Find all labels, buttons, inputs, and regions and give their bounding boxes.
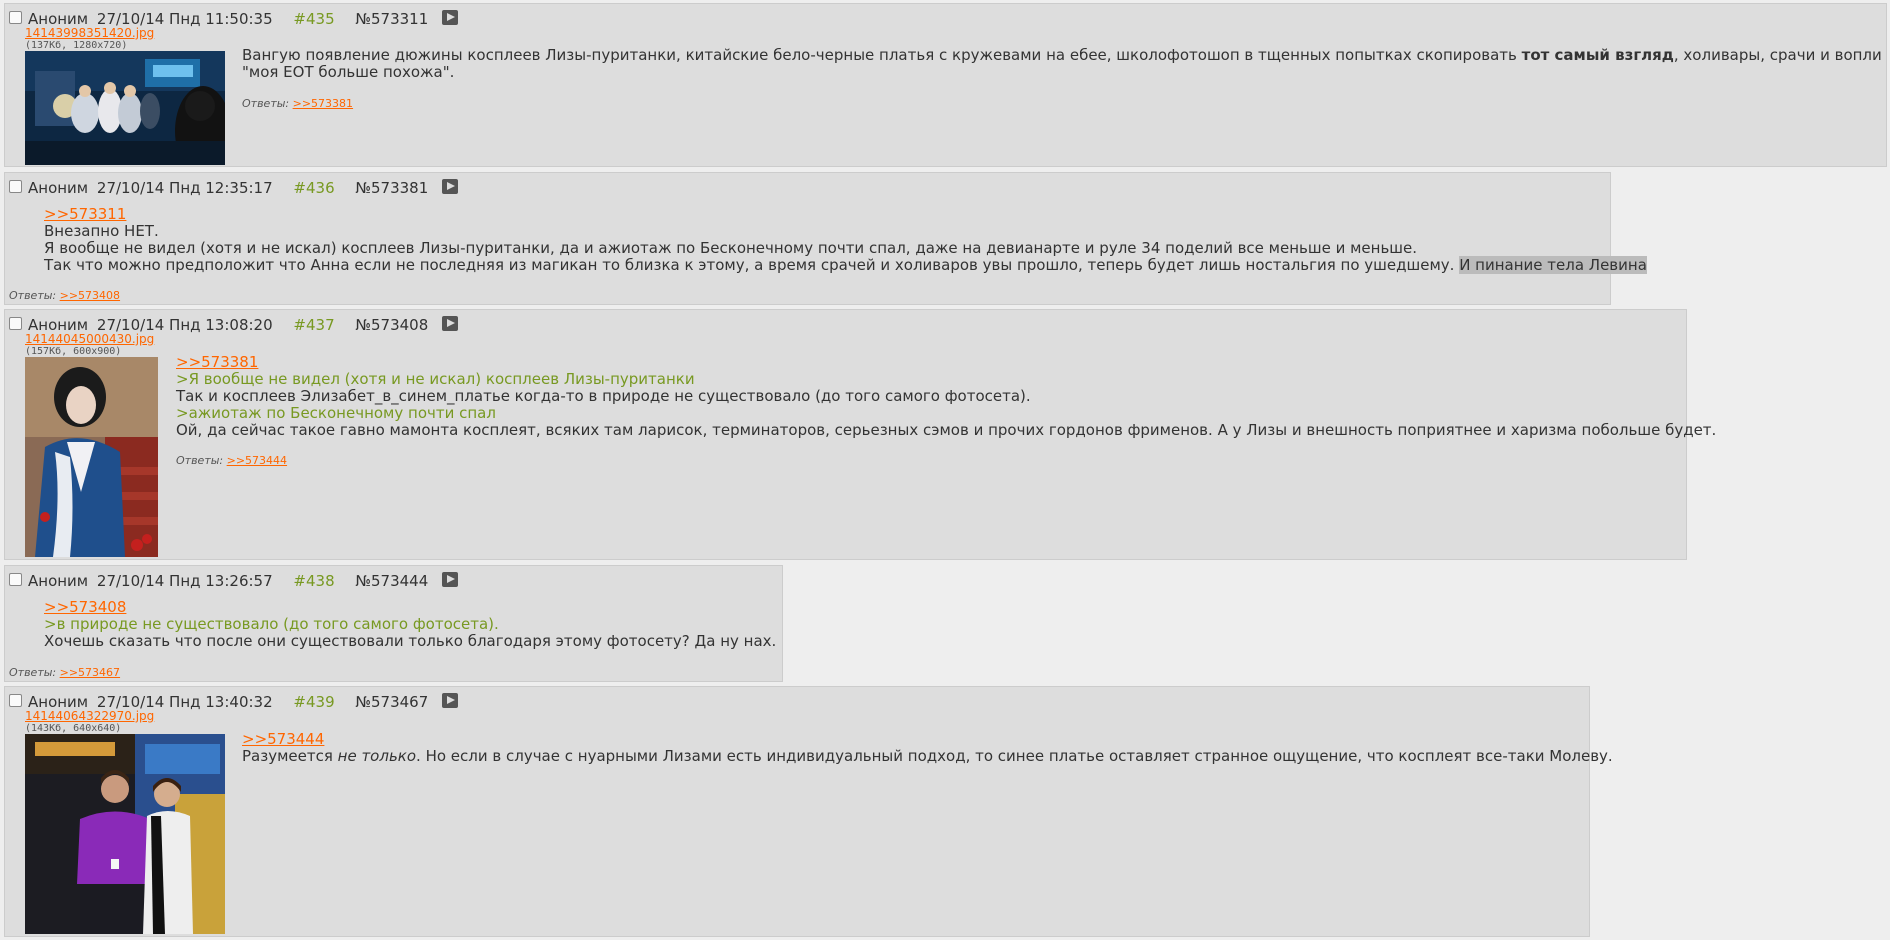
- play-icon[interactable]: [442, 10, 459, 25]
- post-text: Я вообще не видел (хотя и не искал) косп…: [44, 239, 1418, 257]
- file-info: (137Кб, 1280x720): [25, 40, 128, 51]
- post-text: Так и косплеев Элизабет_в_синем_платье к…: [176, 387, 1031, 405]
- post-id[interactable]: №573381: [355, 178, 428, 198]
- post-text: , холивары, срачи и вопли: [1673, 46, 1882, 64]
- post-number[interactable]: #436: [293, 178, 334, 198]
- post-date: 27/10/14 Пнд 13:26:57: [96, 571, 273, 590]
- post-header: Аноним 27/10/14 Пнд 12:35:17 #436 №57338…: [9, 177, 459, 198]
- poster-name: Аноним: [28, 571, 89, 590]
- post-header: Аноним 27/10/14 Пнд 11:50:35 #435 №57331…: [9, 8, 459, 29]
- post-select-checkbox[interactable]: [9, 180, 22, 193]
- reply-link[interactable]: >>573444: [242, 731, 1613, 748]
- greentext-quote: >ажиотаж по Бесконечному почти спал: [176, 404, 496, 422]
- post-number[interactable]: #438: [293, 571, 334, 591]
- post-text: Разумеется: [242, 747, 338, 765]
- post-text: Хочешь сказать что после они существовал…: [44, 632, 777, 650]
- file-link[interactable]: 14143998351420.jpg: [25, 26, 154, 40]
- highlighted-text: И пинание тела Левина: [1459, 256, 1647, 274]
- post-body: Вангую появление дюжины косплеев Лизы-пу…: [242, 47, 1882, 81]
- play-icon[interactable]: [442, 693, 459, 708]
- reply-link[interactable]: >>573467: [60, 666, 120, 679]
- poster-name: Аноним: [28, 178, 89, 197]
- post-italic-text: не только: [337, 747, 417, 765]
- replies: Ответы: >>573381: [242, 97, 353, 110]
- post-select-checkbox[interactable]: [9, 573, 22, 586]
- post-573311: Аноним 27/10/14 Пнд 11:50:35 #435 №57331…: [4, 3, 1887, 167]
- post-573444: Аноним 27/10/14 Пнд 13:26:57 #438 №57344…: [4, 565, 783, 682]
- post-header: Аноним 27/10/14 Пнд 13:40:32 #439 №57346…: [9, 691, 459, 712]
- replies-label: Ответы:: [242, 97, 290, 110]
- reply-link[interactable]: >>573444: [227, 454, 287, 467]
- file-info: (157Кб, 600x900): [25, 346, 122, 357]
- post-text: "моя ЕОТ больше похожа".: [242, 63, 455, 81]
- reply-link[interactable]: >>573381: [293, 97, 353, 110]
- post-text: Ой, да сейчас такое гавно мамонта коспле…: [176, 421, 1717, 439]
- replies: Ответы: >>573467: [9, 666, 120, 679]
- post-text: Вангую появление дюжины косплеев Лизы-пу…: [242, 46, 1522, 64]
- post-number[interactable]: #437: [293, 315, 334, 335]
- post-573408: Аноним 27/10/14 Пнд 13:08:20 #437 №57340…: [4, 309, 1716, 560]
- post-573467: Аноним 27/10/14 Пнд 13:40:32 #439 №57346…: [4, 686, 1613, 937]
- post-image-thumbnail[interactable]: [25, 51, 225, 165]
- post-body: >>573444 Разумеется не только. Но если в…: [242, 731, 1613, 765]
- greentext-quote: >Я вообще не видел (хотя и не искал) кос…: [176, 370, 695, 388]
- replies-label: Ответы:: [9, 289, 57, 302]
- replies: Ответы: >>573444: [176, 454, 287, 467]
- post-number[interactable]: #435: [293, 9, 334, 29]
- file-link[interactable]: 14144045000430.jpg: [25, 332, 154, 346]
- post-select-checkbox[interactable]: [9, 694, 22, 707]
- greentext-quote: >в природе не существовало (до того само…: [44, 615, 499, 633]
- post-image-thumbnail[interactable]: [25, 734, 225, 934]
- play-icon[interactable]: [442, 179, 459, 194]
- post-date: 27/10/14 Пнд 12:35:17: [96, 178, 273, 197]
- post-text: . Но если в случае с нуарными Лизами ест…: [416, 747, 1613, 765]
- reply-link[interactable]: >>573408: [60, 289, 120, 302]
- play-icon[interactable]: [442, 316, 459, 331]
- file-info: (143Кб, 640x640): [25, 723, 122, 734]
- replies-label: Ответы:: [9, 666, 57, 679]
- post-bold-text: тот самый взгляд: [1521, 46, 1674, 64]
- post-id[interactable]: №573444: [355, 571, 428, 591]
- post-image-thumbnail[interactable]: [25, 357, 158, 557]
- post-body: >>573381 >Я вообще не видел (хотя и не и…: [176, 354, 1716, 439]
- reply-link[interactable]: >>573381: [176, 354, 1716, 371]
- reply-link[interactable]: >>573408: [44, 599, 776, 616]
- file-link[interactable]: 14144064322970.jpg: [25, 709, 154, 723]
- post-id[interactable]: №573311: [355, 9, 428, 29]
- post-header: Аноним 27/10/14 Пнд 13:08:20 #437 №57340…: [9, 314, 459, 335]
- post-body: >>573408 >в природе не существовало (до …: [44, 599, 776, 650]
- post-header: Аноним 27/10/14 Пнд 13:26:57 #438 №57344…: [9, 570, 459, 591]
- post-573381: Аноним 27/10/14 Пнд 12:35:17 #436 №57338…: [4, 172, 1647, 305]
- post-select-checkbox[interactable]: [9, 11, 22, 24]
- replies: Ответы: >>573408: [9, 289, 120, 302]
- post-id[interactable]: №573467: [355, 692, 428, 712]
- replies-label: Ответы:: [176, 454, 224, 467]
- post-body: >>573311 Внезапно НЕТ. Я вообще не видел…: [44, 206, 1647, 274]
- post-text: Внезапно НЕТ.: [44, 222, 159, 240]
- post-id[interactable]: №573408: [355, 315, 428, 335]
- reply-link[interactable]: >>573311: [44, 206, 1647, 223]
- post-number[interactable]: #439: [293, 692, 334, 712]
- post-select-checkbox[interactable]: [9, 317, 22, 330]
- play-icon[interactable]: [442, 572, 459, 587]
- post-text: Так что можно предположит что Анна если …: [44, 256, 1460, 274]
